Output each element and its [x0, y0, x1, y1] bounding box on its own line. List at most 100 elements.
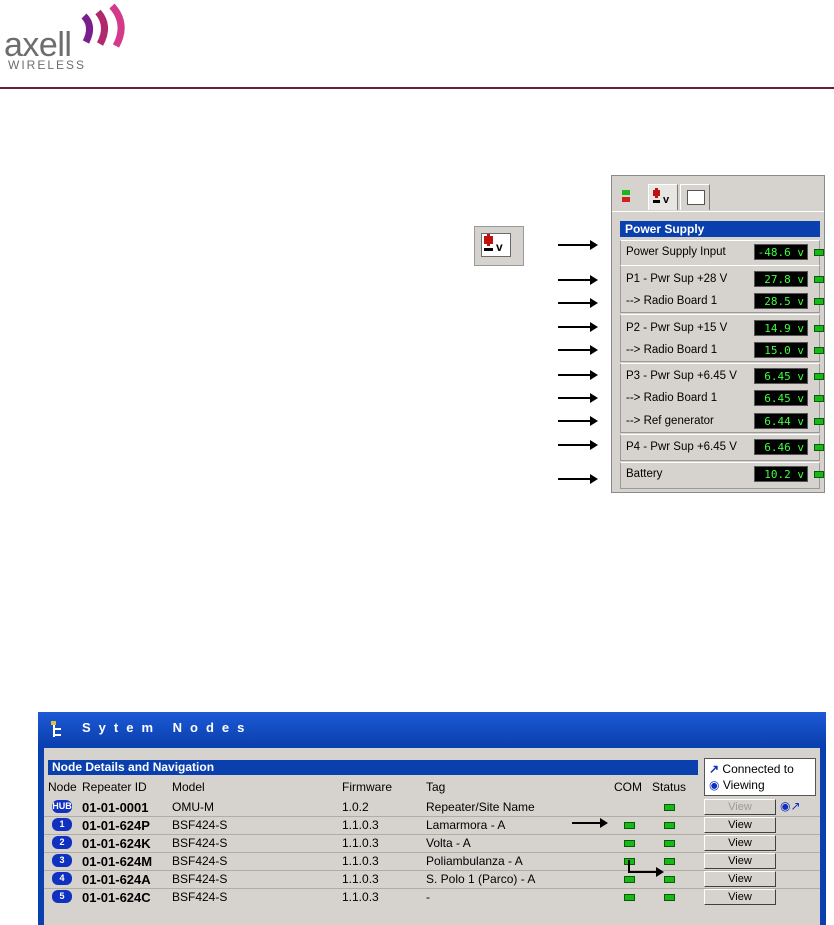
psu-row: --> Radio Board 1 6.45 v [626, 390, 824, 408]
psu-row: Power Supply Input -48.6 v [626, 244, 824, 262]
callout-arrow [558, 345, 598, 355]
eye-icon: ◉ [709, 778, 720, 792]
psu-row-value: 6.44 v [754, 413, 808, 429]
axell-logo: axell WIRELESS [4, 2, 144, 74]
callout-arrow [558, 298, 598, 308]
status-led-icon [814, 249, 824, 256]
psu-row-value: 15.0 v [754, 342, 808, 358]
column-header-model: Model [172, 780, 205, 794]
node-row: 3 01-01-624M BSF424-S 1.1.0.3 Poliambula… [44, 853, 820, 869]
model: BSF424-S [172, 818, 228, 832]
node-badge: 1 [52, 818, 72, 831]
model: BSF424-S [172, 854, 228, 868]
callout-arrow [558, 322, 598, 332]
callout-arrow [558, 440, 598, 450]
node-row: 2 01-01-624K BSF424-S 1.1.0.3 Volta - A … [44, 835, 820, 851]
callout-arrow [558, 416, 598, 426]
logo-subtitle: WIRELESS [8, 58, 87, 72]
psu-row-label: P4 - Pwr Sup +6.45 V [626, 441, 737, 453]
status-led-icon [814, 325, 824, 332]
status-led-icon [814, 418, 824, 425]
node-row: 4 01-01-624A BSF424-S 1.1.0.3 S. Polo 1 … [44, 871, 820, 887]
callout-arrow [558, 370, 598, 380]
callout-arrow [558, 240, 598, 250]
tree-icon [51, 721, 61, 737]
view-button[interactable]: View [704, 799, 776, 815]
psu-row-label: --> Radio Board 1 [626, 392, 718, 404]
model: BSF424-S [172, 836, 228, 850]
view-button[interactable]: View [704, 835, 776, 851]
column-header-tag: Tag [426, 780, 446, 794]
tag: - [426, 890, 430, 904]
node-row: HUB 01-01-0001 OMU-M 1.0.2 Repeater/Site… [44, 799, 820, 815]
tag: Lamarmora - A [426, 818, 506, 832]
connection-legend: ↗ Connected to ◉ Viewing [704, 758, 816, 796]
status-led-icon [814, 276, 824, 283]
status-led-icon [664, 858, 675, 865]
com-led-icon [624, 876, 635, 883]
psu-row-value: 6.45 v [754, 390, 808, 406]
repeater-id: 01-01-624C [82, 890, 151, 905]
psu-row-value: -48.6 v [754, 244, 808, 260]
psu-row: P1 - Pwr Sup +28 V 27.8 v [626, 271, 824, 289]
psu-row-value: 27.8 v [754, 271, 808, 287]
status-led-icon [814, 373, 824, 380]
status-led-icon [664, 876, 675, 883]
psu-row-label: P3 - Pwr Sup +6.45 V [626, 370, 737, 382]
node-details-title: Node Details and Navigation [48, 760, 698, 775]
view-button[interactable]: View [704, 889, 776, 905]
callout-arrowhead [656, 867, 664, 877]
psu-row-label: Battery [626, 468, 663, 480]
node-badge: 5 [52, 890, 72, 903]
column-header-repeater-id: Repeater ID [82, 780, 147, 794]
system-nodes-titlebar: Sytem Nodes [38, 712, 826, 746]
legend-viewing: ◉ Viewing [709, 778, 765, 792]
tag: Volta - A [426, 836, 471, 850]
system-nodes-panel: Sytem Nodes Node Details and Navigation … [38, 712, 826, 925]
view-button[interactable]: View [704, 817, 776, 833]
repeater-id: 01-01-624A [82, 872, 151, 887]
meter-tab-icon[interactable] [680, 184, 710, 210]
node-badge: HUB [52, 800, 72, 813]
svg-text:v: v [496, 240, 503, 254]
status-led-icon [664, 894, 675, 901]
psu-row-label: --> Radio Board 1 [626, 344, 718, 356]
column-header-status: Status [652, 780, 687, 794]
psu-row: --> Radio Board 1 28.5 v [626, 293, 824, 311]
status-led-icon [664, 804, 675, 811]
psu-row-value: 14.9 v [754, 320, 808, 336]
status-led-icon [664, 840, 675, 847]
callout-arrow [558, 275, 598, 285]
logo-swoosh-icon [81, 3, 125, 48]
com-led-icon [624, 894, 635, 901]
status-led-icon [814, 395, 824, 402]
power-supply-title: Power Supply [620, 221, 820, 237]
psu-row: --> Ref generator 6.44 v [626, 413, 824, 431]
psu-row-label: P1 - Pwr Sup +28 V [626, 273, 728, 285]
psu-row-label: P2 - Pwr Sup +15 V [626, 322, 728, 334]
system-nodes-body: Node Details and Navigation ↗ Connected … [44, 748, 820, 925]
repeater-id: 01-01-624P [82, 818, 150, 833]
tag: Repeater/Site Name [426, 800, 535, 814]
node-row: 1 01-01-624P BSF424-S 1.1.0.3 Lamarmora … [44, 817, 820, 833]
view-button[interactable]: View [704, 853, 776, 869]
legend-viewing-label: Viewing [722, 778, 765, 792]
model: OMU-M [172, 800, 214, 814]
com-led-icon [624, 840, 635, 847]
view-button[interactable]: View [704, 871, 776, 887]
repeater-id: 01-01-624K [82, 836, 151, 851]
power-supply-tab-icon[interactable]: v [648, 184, 678, 210]
callout-arrow [628, 871, 658, 873]
psu-row: P2 - Pwr Sup +15 V 14.9 v [626, 320, 824, 338]
status-tab-icon[interactable] [618, 184, 648, 210]
status-led-icon [664, 822, 675, 829]
column-header-node: Node [48, 780, 77, 794]
plug-icon: ↗ [709, 762, 720, 776]
panel-tabs: v [618, 184, 818, 212]
firmware: 1.1.0.3 [342, 854, 379, 868]
column-header-com: COM [614, 780, 642, 794]
firmware: 1.0.2 [342, 800, 369, 814]
psu-row-value: 28.5 v [754, 293, 808, 309]
power-supply-panel: v Power Supply Power Supply Input -48.6 … [611, 175, 825, 493]
firmware: 1.1.0.3 [342, 872, 379, 886]
